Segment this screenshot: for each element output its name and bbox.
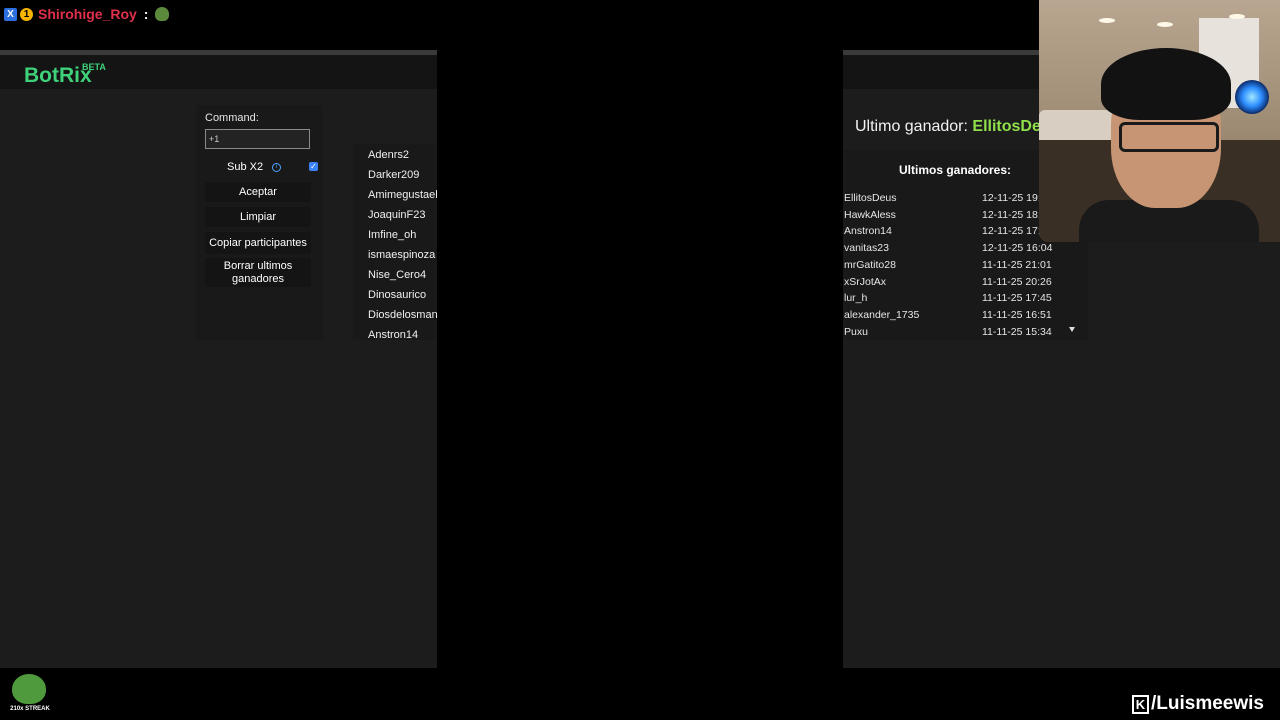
botrix-panel: BotRix BETA Command: +1 Sub X2 i ✓ Acept… [0,50,437,668]
winner-date: 12-11-25 17: [982,225,1041,238]
participant-item: Anstron14 [368,329,419,340]
winner-date: 11-11-25 20:26 [982,275,1052,288]
streak-badge: 210x STREAK [10,674,50,716]
sub-x2-option: Sub X2 i ✓ [205,161,318,175]
command-input[interactable]: +1 [205,129,310,149]
copiar-participantes-button[interactable]: Copiar participantes [205,232,311,254]
winner-date: 11-11-25 17:45 [982,292,1052,305]
pepe-icon [12,674,46,704]
scroll-down-icon[interactable] [1069,327,1075,332]
winner-date: 12-11-25 16:04 [982,242,1053,255]
participant-item: JoaquinF23 [368,209,426,221]
kick-username: /Luismeewis [1151,693,1264,714]
winner-name: lur_h [844,292,868,305]
subscriber-badge-icon: 1 [20,7,33,21]
participant-item: Darker209 [368,169,420,181]
winner-date: 11-11-25 21:01 [982,258,1052,271]
webcam-feed [1039,0,1280,242]
winner-date: 12-11-25 18: [982,208,1041,221]
winner-name: EllitosDeus [844,192,897,204]
participant-item: Amimegustael [368,189,437,201]
chat-username: Shirohige_Roy [38,6,137,22]
participant-item: Dinosaurico [368,289,427,301]
beta-badge: BETA [82,62,106,72]
winners-list-title: Ultimos ganadores: [899,163,1012,177]
participant-item: ismaespinoza [368,249,436,261]
sub-x2-label: Sub X2 [227,161,264,173]
winner-name: HawkAless [844,208,896,221]
command-label: Command: [205,112,259,124]
chat-separator: : [143,6,149,22]
last-winner-label: Ultimo ganador: [855,118,968,135]
participant-item: Diosdelosmanc [368,309,437,321]
moderator-badge-icon: X [4,7,17,21]
winner-name: Puxu [844,325,868,338]
blue-orb-light [1235,80,1269,114]
participant-item: Adenrs2 [368,149,409,161]
participant-item: Imfine_oh [368,229,417,241]
giveaway-controls: Command: +1 Sub X2 i ✓ Aceptar Limpiar C… [196,105,323,340]
botrix-header: BotRix BETA [0,55,437,89]
borrar-ultimos-ganadores-button[interactable]: Borrar ultimos ganadores [205,258,311,287]
kick-logo-icon: K [1132,694,1149,714]
participants-list[interactable]: Adenrs2 Darker209 Amimegustael JoaquinF23 Im… [353,144,437,340]
limpiar-button[interactable]: Limpiar [205,207,311,227]
kick-handle: K /Luismeewis [1132,693,1264,715]
winner-name: mrGatito28 [844,258,896,271]
sub-x2-checkbox[interactable]: ✓ [309,162,318,171]
winner-name: xSrJotAx [844,275,887,288]
participant-item: Nise_Cero4 [368,269,427,281]
last-winner: Ultimo ganador: EllitosDeus [855,118,1060,136]
info-icon[interactable]: i [272,163,281,172]
winner-name: alexander_1735 [844,308,920,321]
winner-date: 11-11-25 15:34 [982,325,1052,338]
winner-date: 11-11-25 16:51 [982,308,1052,321]
winner-date: 12-11-25 19: [982,192,1041,204]
winner-name: Anstron14 [844,225,892,238]
aceptar-button[interactable]: Aceptar [205,182,311,202]
chat-message: X 1 Shirohige_Roy : [4,4,170,24]
pepe-emote-icon [155,7,170,21]
streak-label: 210x STREAK [10,706,50,712]
winner-name: vanitas23 [844,242,889,255]
